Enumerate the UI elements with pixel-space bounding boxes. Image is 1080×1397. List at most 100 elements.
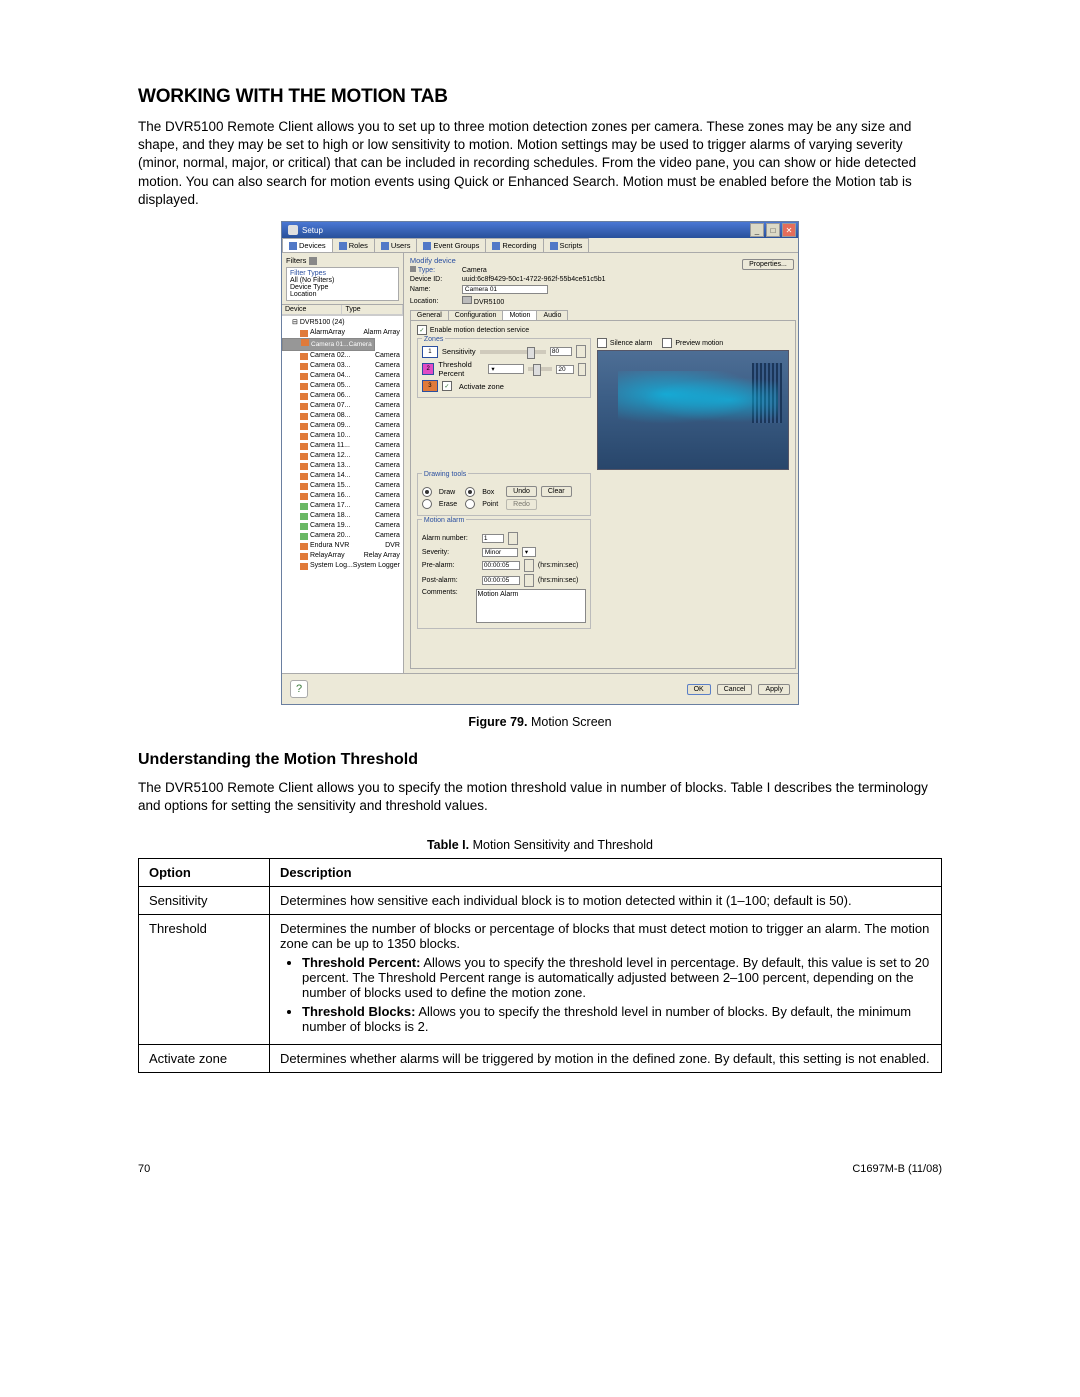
filter-types-box[interactable]: Filter Types All (No Filters) Device Typ… (286, 267, 399, 301)
silence-row[interactable]: Silence alarm (597, 338, 652, 348)
sub-paragraph: The DVR5100 Remote Client allows you to … (138, 779, 942, 815)
clear-button[interactable]: Clear (541, 486, 572, 497)
drawing-tools-group: Drawing tools Draw Erase Box Point Undo … (417, 473, 591, 516)
tree-item[interactable]: Camera 17...Camera (282, 501, 403, 511)
sensitivity-value[interactable]: 80 (550, 347, 572, 356)
itab-motion[interactable]: Motion (502, 310, 537, 320)
tree-item[interactable]: Camera 07...Camera (282, 401, 403, 411)
postalarm-label: Post-alarm: (422, 577, 478, 584)
tree-item[interactable]: Camera 20...Camera (282, 531, 403, 541)
tree-item[interactable]: Camera 09...Camera (282, 421, 403, 431)
zone-2-chip[interactable]: 2 (422, 363, 435, 375)
prealarm-input[interactable]: 00:00:05 (482, 561, 520, 570)
help-icon[interactable]: ? (290, 680, 308, 698)
tree-item[interactable]: Camera 12...Camera (282, 451, 403, 461)
tree-item[interactable]: Camera 13...Camera (282, 461, 403, 471)
itab-configuration[interactable]: Configuration (448, 310, 504, 320)
type-value: Camera (462, 267, 487, 274)
redo-button[interactable]: Redo (506, 499, 537, 510)
tree-item[interactable]: AlarmArrayAlarm Array (282, 328, 403, 338)
undo-button[interactable]: Undo (506, 486, 537, 497)
tree-item[interactable]: Camera 19...Camera (282, 521, 403, 531)
tree-item[interactable]: Camera 11...Camera (282, 441, 403, 451)
box-radio[interactable] (465, 487, 475, 497)
tree-item[interactable]: Camera 08...Camera (282, 411, 403, 421)
erase-radio[interactable] (422, 499, 432, 509)
name-input[interactable]: Camera 01 (462, 285, 548, 294)
tree-item[interactable]: Camera 05...Camera (282, 381, 403, 391)
setup-window: Setup _ □ ✕ Devices Roles Users Event Gr… (281, 221, 799, 705)
type-label: Type: (410, 266, 462, 274)
device-tree[interactable]: ⊟DVR5100 (24)AlarmArrayAlarm ArrayCamera… (282, 315, 403, 673)
tree-item[interactable]: Camera 16...Camera (282, 491, 403, 501)
apply-button[interactable]: Apply (758, 684, 790, 695)
preview-row[interactable]: Preview motion (662, 338, 723, 348)
severity-dropdown-icon[interactable]: ▾ (522, 547, 536, 557)
tab-event-groups[interactable]: Event Groups (416, 238, 486, 252)
ok-button[interactable]: OK (687, 684, 711, 695)
comments-textarea[interactable]: Motion Alarm (476, 589, 586, 623)
point-radio[interactable] (465, 499, 475, 509)
sensitivity-slider[interactable] (480, 350, 546, 354)
tree-item[interactable]: Camera 01...Camera (282, 338, 375, 351)
tree-item[interactable]: System Log...System Logger (282, 561, 403, 571)
location-value: DVR5100 (462, 296, 504, 306)
activate-checkbox[interactable]: ✓ (442, 381, 452, 391)
threshold-slider[interactable] (528, 367, 552, 371)
itab-audio[interactable]: Audio (536, 310, 568, 320)
cancel-button[interactable]: Cancel (717, 684, 753, 695)
enable-row[interactable]: ✓ Enable motion detection service (417, 325, 789, 335)
tree-item[interactable]: Camera 03...Camera (282, 361, 403, 371)
funnel-icon[interactable] (309, 257, 317, 265)
postalarm-input[interactable]: 00:00:05 (482, 576, 520, 585)
threshold-spin[interactable] (578, 363, 586, 376)
tab-recording[interactable]: Recording (485, 238, 543, 252)
prealarm-spin[interactable] (524, 559, 534, 572)
tree-item[interactable]: Camera 02...Camera (282, 351, 403, 361)
tree-item[interactable]: Camera 04...Camera (282, 371, 403, 381)
properties-button[interactable]: Properties... (742, 259, 794, 270)
minimize-button[interactable]: _ (750, 223, 764, 237)
tab-devices[interactable]: Devices (282, 238, 333, 252)
enable-checkbox[interactable]: ✓ (417, 325, 427, 335)
zone-3-chip[interactable]: 3 (422, 380, 438, 392)
silence-checkbox[interactable] (597, 338, 607, 348)
window-footer: ? OK Cancel Apply (282, 673, 798, 704)
titlebar[interactable]: Setup _ □ ✕ (282, 222, 798, 238)
tab-users[interactable]: Users (374, 238, 418, 252)
tree-item[interactable]: Camera 14...Camera (282, 471, 403, 481)
alarm-number-input[interactable]: 1 (482, 534, 504, 543)
motion-alarm-title: Motion alarm (422, 517, 466, 524)
filters-label: Filters (286, 256, 306, 265)
draw-radio[interactable] (422, 487, 432, 497)
tree-item[interactable]: RelayArrayRelay Array (282, 551, 403, 561)
itab-general[interactable]: General (410, 310, 449, 320)
deviceid-label: Device ID: (410, 276, 462, 283)
sensitivity-spin[interactable] (576, 345, 586, 358)
tree-item[interactable]: Camera 18...Camera (282, 511, 403, 521)
prealarm-label: Pre-alarm: (422, 562, 478, 569)
tree-header: DeviceType (282, 305, 403, 315)
tab-roles[interactable]: Roles (332, 238, 375, 252)
tree-item[interactable]: Camera 15...Camera (282, 481, 403, 491)
severity-select[interactable]: Minor (482, 548, 518, 557)
video-preview[interactable] (597, 350, 789, 470)
zone-1-chip[interactable]: 1 (422, 346, 438, 358)
doc-revision: C1697M-B (11/08) (852, 1163, 942, 1175)
tree-item[interactable]: Camera 06...Camera (282, 391, 403, 401)
tree-item[interactable]: Endura NVRDVR (282, 541, 403, 551)
preview-checkbox[interactable] (662, 338, 672, 348)
tree-root[interactable]: ⊟DVR5100 (24) (282, 318, 403, 328)
subheading: Understanding the Motion Threshold (138, 751, 942, 769)
th-description: Description (270, 858, 942, 886)
tree-item[interactable]: Camera 10...Camera (282, 431, 403, 441)
maximize-button[interactable]: □ (766, 223, 780, 237)
threshold-select[interactable]: ▾ (488, 364, 524, 374)
window-title: Setup (302, 226, 748, 235)
alarm-number-spin[interactable] (508, 532, 518, 545)
postalarm-spin[interactable] (524, 574, 534, 587)
tab-scripts[interactable]: Scripts (543, 238, 590, 252)
close-button[interactable]: ✕ (782, 223, 796, 237)
threshold-value[interactable]: 20 (556, 365, 574, 374)
comments-label: Comments: (422, 589, 472, 596)
